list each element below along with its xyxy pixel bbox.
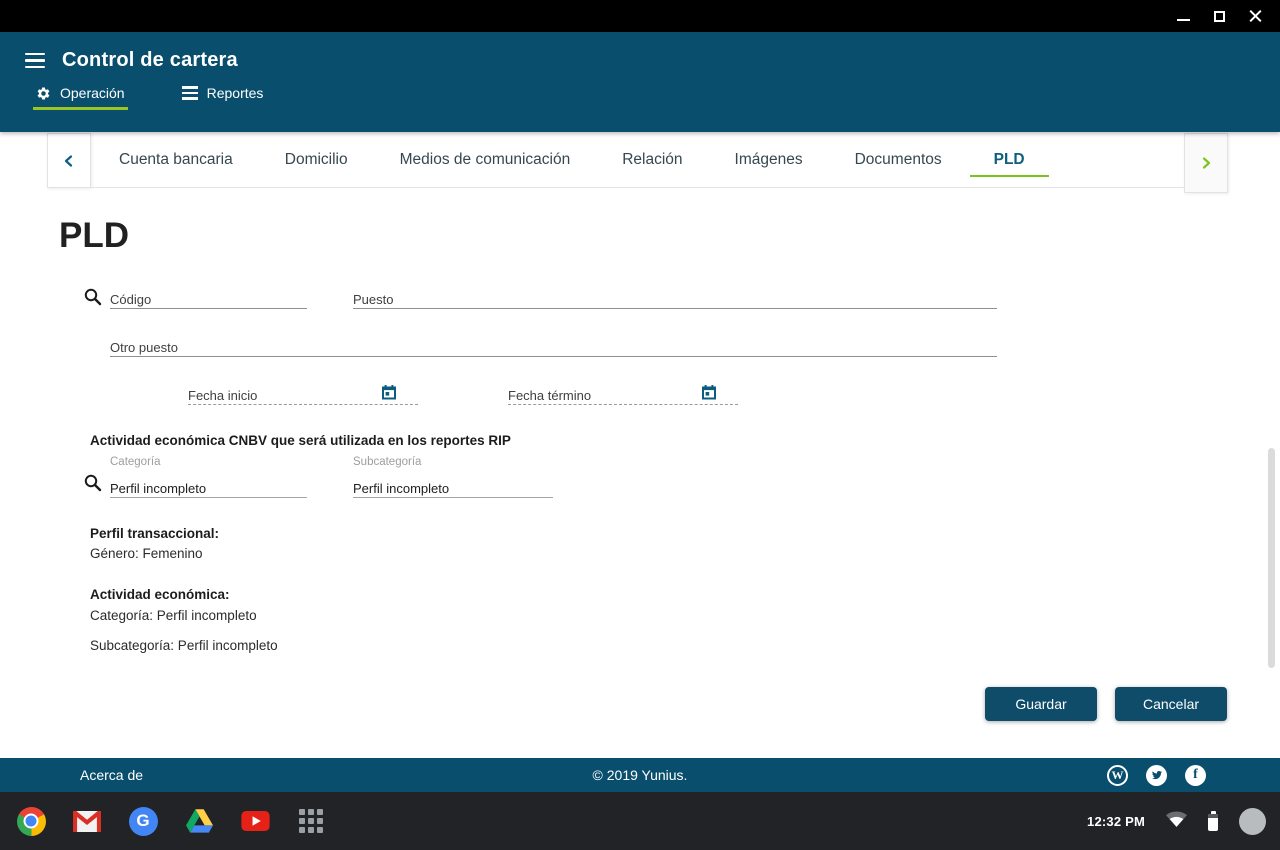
fecha-inicio-field[interactable] <box>188 381 418 405</box>
menu-icon[interactable] <box>25 50 45 72</box>
calendar-icon[interactable] <box>701 384 717 400</box>
battery-icon[interactable] <box>1208 814 1218 831</box>
wordpress-icon[interactable]: W <box>1107 765 1128 786</box>
main-nav: Operación Reportes <box>0 85 1280 110</box>
cancel-button[interactable]: Cancelar <box>1115 687 1227 721</box>
subcategoria-field[interactable] <box>353 474 553 498</box>
tab-domicilio[interactable]: Domicilio <box>259 133 374 187</box>
main-content: Cuenta bancaria Domicilio Medios de comu… <box>0 132 1280 758</box>
chevron-right-icon <box>1199 156 1213 170</box>
list-icon <box>182 86 198 100</box>
actividad-categoria-text: Categoría: Perfil incompleto <box>90 608 257 623</box>
categoria-input[interactable] <box>110 474 307 497</box>
codigo-field[interactable] <box>110 285 307 309</box>
vertical-scrollbar[interactable] <box>1268 448 1275 668</box>
social-links: W f <box>1107 765 1206 786</box>
twitter-icon[interactable] <box>1146 765 1167 786</box>
tabs-scroll-right-button[interactable] <box>1184 133 1228 193</box>
nav-item-reportes[interactable]: Reportes <box>182 85 264 110</box>
subcategoria-label: Subcategoría <box>353 456 421 468</box>
genero-text: Género: Femenino <box>90 546 203 561</box>
wifi-icon[interactable] <box>1166 811 1187 832</box>
gear-icon <box>36 86 51 101</box>
system-tray[interactable]: 12:32 PM <box>1087 808 1266 835</box>
tab-relacion[interactable]: Relación <box>596 133 708 187</box>
page-title: PLD <box>59 216 129 256</box>
categoria-label: Categoría <box>110 456 161 468</box>
search-icon[interactable] <box>83 287 102 306</box>
tabs-scroll-left-button[interactable] <box>47 133 91 188</box>
google-icon[interactable]: G <box>128 806 158 836</box>
avatar[interactable] <box>1239 808 1266 835</box>
nav-item-operacion[interactable]: Operación <box>36 85 125 110</box>
app-footer: Acerca de © 2019 Yunius. W f <box>0 758 1280 792</box>
apps-grid-icon[interactable] <box>296 806 326 836</box>
record-tabstrip: Cuenta bancaria Domicilio Medios de comu… <box>47 133 1228 188</box>
chrome-icon[interactable] <box>16 806 46 836</box>
drive-icon[interactable] <box>184 806 214 836</box>
codigo-input[interactable] <box>110 285 307 308</box>
puesto-input[interactable] <box>353 285 997 308</box>
minimize-icon[interactable] <box>1177 19 1190 21</box>
facebook-icon[interactable]: f <box>1185 765 1206 786</box>
clock-text[interactable]: 12:32 PM <box>1087 814 1145 829</box>
shelf-apps: G <box>14 806 326 836</box>
puesto-field[interactable] <box>353 285 997 309</box>
tab-documentos[interactable]: Documentos <box>829 133 968 187</box>
calendar-icon[interactable] <box>381 384 397 400</box>
app-header: Control de cartera Operación Reportes <box>0 32 1280 132</box>
otro-puesto-input[interactable] <box>110 333 997 356</box>
save-button[interactable]: Guardar <box>985 687 1097 721</box>
maximize-icon[interactable] <box>1214 11 1225 22</box>
search-icon[interactable] <box>83 473 102 492</box>
tabs-row: Cuenta bancaria Domicilio Medios de comu… <box>91 133 1184 188</box>
os-shelf: G 12:32 PM <box>0 792 1280 850</box>
perfil-transaccional-title: Perfil transaccional: <box>90 526 219 541</box>
close-icon[interactable] <box>1249 10 1262 23</box>
cnbv-section-title: Actividad económica CNBV que será utiliz… <box>90 433 511 448</box>
tab-imagenes[interactable]: Imágenes <box>709 133 829 187</box>
otro-puesto-field[interactable] <box>110 333 997 357</box>
gmail-icon[interactable] <box>72 806 102 836</box>
categoria-field[interactable] <box>110 474 307 498</box>
chevron-left-icon <box>62 154 76 168</box>
youtube-icon[interactable] <box>240 806 270 836</box>
tab-cuenta-bancaria[interactable]: Cuenta bancaria <box>93 133 259 187</box>
app-title: Control de cartera <box>62 49 238 72</box>
tab-pld[interactable]: PLD <box>968 133 1051 187</box>
actividad-subcategoria-text: Subcategoría: Perfil incompleto <box>90 638 278 653</box>
nav-item-label: Operación <box>60 85 125 101</box>
actividad-economica-title: Actividad económica: <box>90 587 230 602</box>
os-titlebar <box>0 0 1280 32</box>
about-link[interactable]: Acerca de <box>80 767 143 783</box>
nav-item-label: Reportes <box>207 85 264 101</box>
subcategoria-input[interactable] <box>353 474 553 497</box>
fecha-termino-field[interactable] <box>508 381 738 405</box>
tab-medios-de-comunicacion[interactable]: Medios de comunicación <box>374 133 597 187</box>
copyright-text: © 2019 Yunius. <box>593 767 688 783</box>
